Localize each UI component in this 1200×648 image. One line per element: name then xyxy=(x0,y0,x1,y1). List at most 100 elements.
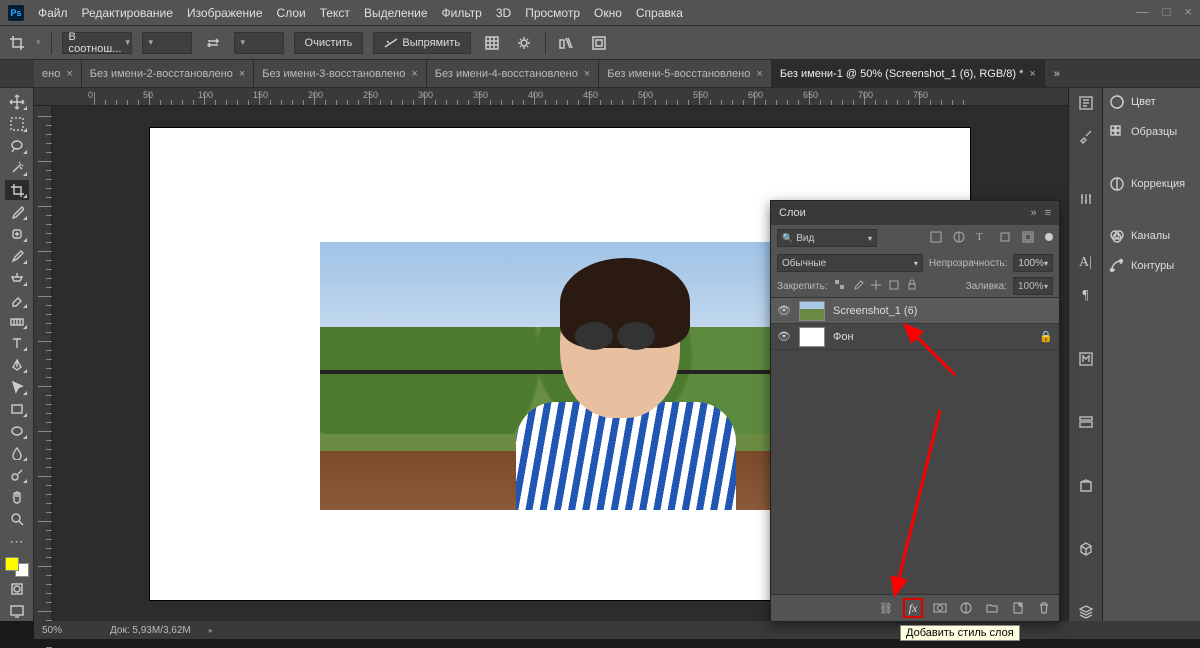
rectangle-tool[interactable] xyxy=(5,399,29,419)
delete-layer-icon[interactable] xyxy=(1035,599,1053,617)
menu-layers[interactable]: Слои xyxy=(277,6,306,20)
filter-type-icon[interactable]: T xyxy=(976,231,990,245)
lock-all-icon[interactable] xyxy=(906,279,918,294)
layers-panel-tab[interactable]: Слои xyxy=(779,207,806,219)
tab-overflow-icon[interactable]: » xyxy=(1045,68,1069,80)
tab-close-icon[interactable]: × xyxy=(584,68,590,80)
layer-lock-icon[interactable]: 🔒 xyxy=(1039,330,1053,343)
crop-height-input[interactable] xyxy=(234,32,284,54)
dodge-tool[interactable] xyxy=(5,465,29,485)
filter-smart-icon[interactable] xyxy=(1022,231,1036,245)
filter-shape-icon[interactable] xyxy=(999,231,1013,245)
zoom-tool[interactable] xyxy=(5,509,29,529)
clone-stamp-tool[interactable] xyxy=(5,268,29,288)
paragraph-icon[interactable]: ¶ xyxy=(1075,287,1097,304)
straighten-button[interactable]: Выпрямить xyxy=(373,32,471,54)
document-tab[interactable]: Без имени-5-восстановлено× xyxy=(599,60,772,88)
menu-file[interactable]: Файл xyxy=(38,6,68,20)
glyphs-icon[interactable] xyxy=(1075,350,1097,367)
pen-tool[interactable] xyxy=(5,355,29,375)
opacity-input[interactable]: 100% xyxy=(1013,254,1053,272)
eyedropper-tool[interactable] xyxy=(5,202,29,222)
panel-item-channels[interactable]: Каналы xyxy=(1109,228,1200,244)
zoom-level[interactable]: 50% xyxy=(42,625,92,636)
layer-visibility-icon[interactable]: 👁 xyxy=(777,304,791,317)
filter-pixel-icon[interactable] xyxy=(930,231,944,245)
layer-group-icon[interactable] xyxy=(983,599,1001,617)
lock-pixels-icon[interactable] xyxy=(852,279,864,294)
crop-width-input[interactable] xyxy=(142,32,192,54)
lasso-tool[interactable] xyxy=(5,136,29,156)
move-tool[interactable] xyxy=(5,92,29,112)
foreground-color-swatch[interactable] xyxy=(5,557,19,571)
crop-tool[interactable] xyxy=(5,180,29,200)
healing-brush-tool[interactable] xyxy=(5,224,29,244)
tab-close-icon[interactable]: × xyxy=(1029,68,1035,80)
layers-panel-header[interactable]: Слои »≡ xyxy=(771,201,1059,225)
clear-button[interactable]: Очистить xyxy=(294,32,364,54)
panel-item-paths[interactable]: Контуры xyxy=(1109,258,1200,274)
properties-icon[interactable] xyxy=(1075,414,1097,431)
eraser-tool[interactable] xyxy=(5,290,29,310)
panel-item-color[interactable]: Цвет xyxy=(1109,94,1200,110)
document-tab[interactable]: ено× xyxy=(34,60,82,88)
layers-dock-icon[interactable] xyxy=(1075,604,1097,621)
layer-name[interactable]: Screenshot_1 (6) xyxy=(833,305,917,317)
edit-toolbar-icon[interactable]: ⋯ xyxy=(5,531,29,551)
blur-tool[interactable] xyxy=(5,443,29,463)
document-tab[interactable]: Без имени-4-восстановлено× xyxy=(427,60,600,88)
type-tool[interactable] xyxy=(5,333,29,353)
layer-visibility-icon[interactable]: 👁 xyxy=(777,330,791,343)
menu-text[interactable]: Текст xyxy=(320,6,350,20)
doc-size-info[interactable]: Док: 5,93M/3,62M xyxy=(110,625,191,636)
filter-toggle-icon[interactable] xyxy=(1045,233,1053,241)
3d-icon[interactable] xyxy=(1075,540,1097,557)
color-swatches[interactable] xyxy=(5,557,29,577)
menu-view[interactable]: Просмотр xyxy=(525,6,580,20)
libraries-icon[interactable] xyxy=(1075,477,1097,494)
filter-adjust-icon[interactable] xyxy=(953,231,967,245)
crop-ratio-dropdown[interactable]: В соотнош... xyxy=(62,32,132,54)
panel-menu-icon[interactable]: ≡ xyxy=(1045,207,1051,219)
grid-overlay-icon[interactable] xyxy=(481,32,503,54)
swap-dimensions-icon[interactable] xyxy=(202,32,224,54)
lock-artboard-icon[interactable] xyxy=(888,279,900,294)
layer-name[interactable]: Фон xyxy=(833,331,854,343)
marquee-tool[interactable] xyxy=(5,114,29,134)
lock-transparency-icon[interactable] xyxy=(834,279,846,294)
menu-3d[interactable]: 3D xyxy=(496,6,511,20)
hand-tool[interactable] xyxy=(5,487,29,507)
menu-filter[interactable]: Фильтр xyxy=(442,6,482,20)
layer-thumbnail[interactable] xyxy=(799,301,825,321)
screen-mode-icon[interactable] xyxy=(5,601,29,621)
layer-filter-dropdown[interactable]: 🔍Вид xyxy=(777,229,877,247)
menu-select[interactable]: Выделение xyxy=(364,6,428,20)
panel-item-swatches[interactable]: Образцы xyxy=(1109,124,1200,140)
path-select-tool[interactable] xyxy=(5,377,29,397)
menu-help[interactable]: Справка xyxy=(636,6,683,20)
adjustment-layer-icon[interactable] xyxy=(957,599,975,617)
tab-close-icon[interactable]: × xyxy=(756,68,762,80)
menu-edit[interactable]: Редактирование xyxy=(82,6,173,20)
brushes-icon[interactable] xyxy=(1075,127,1097,144)
document-tab[interactable]: Без имени-3-восстановлено× xyxy=(254,60,427,88)
brush-tool[interactable] xyxy=(5,246,29,266)
blend-mode-dropdown[interactable]: Обычные xyxy=(777,254,923,272)
adjustments-icon[interactable] xyxy=(1075,191,1097,208)
ellipse-tool[interactable] xyxy=(5,421,29,441)
panel-item-adjustments[interactable]: Коррекция xyxy=(1109,176,1200,192)
content-aware-icon[interactable] xyxy=(588,32,610,54)
document-tab[interactable]: Без имени-2-восстановлено× xyxy=(82,60,255,88)
lock-position-icon[interactable] xyxy=(870,279,882,294)
new-layer-icon[interactable] xyxy=(1009,599,1027,617)
tab-close-icon[interactable]: × xyxy=(66,68,72,80)
menu-window[interactable]: Окно xyxy=(594,6,622,20)
crop-settings-icon[interactable] xyxy=(513,32,535,54)
magic-wand-tool[interactable] xyxy=(5,158,29,178)
document-tab[interactable]: Без имени-1 @ 50% (Screenshot_1 (6), RGB… xyxy=(772,60,1045,88)
character-icon[interactable]: A| xyxy=(1075,254,1097,271)
tab-close-icon[interactable]: × xyxy=(239,68,245,80)
layer-thumbnail[interactable] xyxy=(799,327,825,347)
quick-mask-icon[interactable] xyxy=(5,579,29,599)
ruler-horizontal[interactable]: 0501001502002503003504004505005506006507… xyxy=(34,88,1068,106)
